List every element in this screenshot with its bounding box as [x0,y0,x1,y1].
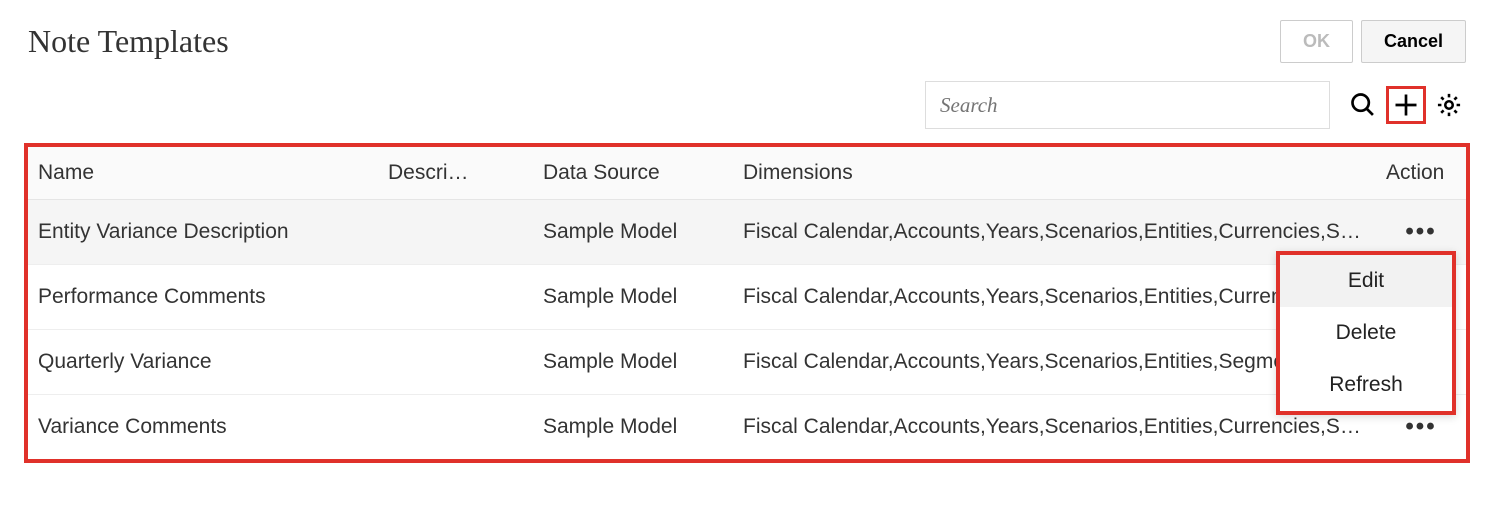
cell-description [378,200,533,265]
action-menu-refresh[interactable]: Refresh [1280,359,1452,411]
col-data-source[interactable]: Data Source [533,147,733,200]
cell-source: Sample Model [533,395,733,460]
cell-description [378,265,533,330]
cell-description [378,395,533,460]
cell-source: Sample Model [533,330,733,395]
col-name[interactable]: Name [28,147,378,200]
col-action: Action [1376,147,1466,200]
cell-source: Sample Model [533,265,733,330]
action-menu-delete[interactable]: Delete [1280,307,1452,359]
gear-icon[interactable] [1432,88,1466,122]
cell-name: Entity Variance Description [28,200,378,265]
templates-table: Name Descri… Data Source Dimensions Acti… [28,147,1466,459]
page-title: Note Templates [28,23,229,60]
header-bar: Note Templates OK Cancel [0,0,1494,73]
action-menu-popup: Edit Delete Refresh [1276,251,1456,415]
table-row[interactable]: Variance Comments Sample Model Fiscal Ca… [28,395,1466,460]
table-row[interactable]: Performance Comments Sample Model Fiscal… [28,265,1466,330]
search-input[interactable] [925,81,1330,129]
header-buttons: OK Cancel [1280,20,1466,63]
action-menu-edit[interactable]: Edit [1280,255,1452,307]
row-actions-icon[interactable]: ••• [1405,218,1436,245]
table-row[interactable]: Entity Variance Description Sample Model… [28,200,1466,265]
plus-icon[interactable] [1391,90,1421,120]
add-template-highlight [1386,86,1426,124]
ok-button[interactable]: OK [1280,20,1353,63]
cell-name: Variance Comments [28,395,378,460]
col-dimensions[interactable]: Dimensions [733,147,1376,200]
cell-name: Quarterly Variance [28,330,378,395]
cancel-button[interactable]: Cancel [1361,20,1466,63]
row-actions-icon[interactable]: ••• [1405,413,1436,440]
templates-table-highlight: Name Descri… Data Source Dimensions Acti… [24,143,1470,463]
cell-source: Sample Model [533,200,733,265]
table-header-row: Name Descri… Data Source Dimensions Acti… [28,147,1466,200]
cell-name: Performance Comments [28,265,378,330]
cell-description [378,330,533,395]
toolbar [0,73,1494,139]
search-icon[interactable] [1346,88,1380,122]
col-description[interactable]: Descri… [378,147,533,200]
table-row[interactable]: Quarterly Variance Sample Model Fiscal C… [28,330,1466,395]
